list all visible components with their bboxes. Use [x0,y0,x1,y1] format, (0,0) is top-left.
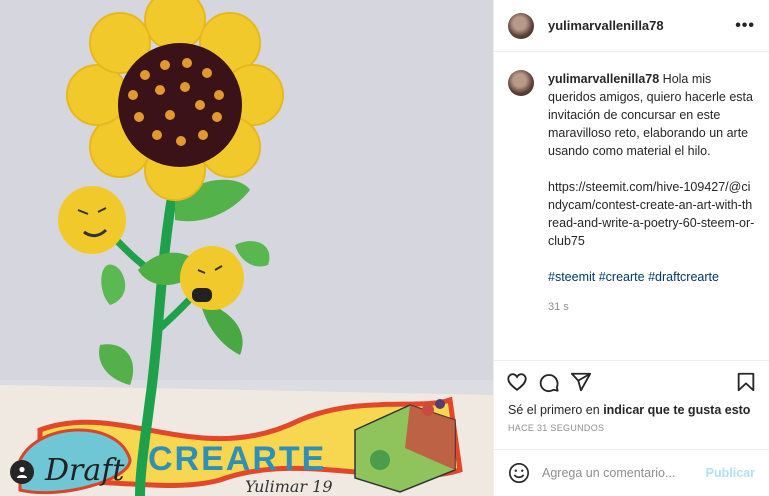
post-sidebar: yulimarvallenilla78 ••• yulimarvallenill… [493,0,769,496]
small-flower-left [58,186,126,254]
heart-icon[interactable] [506,371,528,393]
avatar[interactable] [508,12,534,39]
comment-input[interactable]: Agrega un comentario... [542,466,706,480]
user-tag-button[interactable] [10,460,34,484]
banner-title-text: CREARTE [148,440,326,478]
bookmark-icon[interactable] [735,371,757,393]
post-header: yulimarvallenilla78 ••• [494,0,769,52]
header-username[interactable]: yulimarvallenilla78 [548,18,735,33]
user-tag-icon [17,466,27,478]
hashtag-steemit[interactable]: #steemit [548,270,595,284]
small-flower-right [180,246,244,310]
action-bar: Sé el primero en indicar que te gusta es… [494,360,769,433]
instagram-post: Draft CREARTE Yulimar 19 yulimarvallenil… [0,0,769,496]
caption-time: 31 s [548,301,569,313]
comment-icon[interactable] [538,371,560,393]
sunflower [66,0,284,201]
more-options-icon[interactable]: ••• [735,17,755,35]
emoji-icon[interactable] [508,462,530,484]
share-icon[interactable] [570,371,592,393]
caption-avatar[interactable] [508,70,534,96]
caption-link[interactable]: https://steemit.com/hive-109427/@cindyca… [548,178,755,250]
like-action-link[interactable]: indicar que te gusta esto [603,403,750,417]
likes-text: Sé el primero en indicar que te gusta es… [494,399,769,417]
sunflower-crochet-photo: Draft CREARTE Yulimar 19 [0,0,493,496]
comment-box: Agrega un comentario... Publicar [494,449,769,496]
banner-signature: Yulimar 19 [245,477,333,496]
likes-prefix: Sé el primero en [508,403,604,417]
hashtag-crearte[interactable]: #crearte [599,270,645,284]
caption-text: yulimarvallenilla78 Hola mis queridos am… [548,70,755,316]
caption-username[interactable]: yulimarvallenilla78 [548,72,659,86]
hashtag-draftcrearte[interactable]: #draftcrearte [648,270,719,284]
caption: yulimarvallenilla78 Hola mis queridos am… [494,52,769,316]
publish-button[interactable]: Publicar [706,466,755,480]
hashtags: #steemit #crearte #draftcrearte [548,268,755,286]
post-image[interactable]: Draft CREARTE Yulimar 19 [0,0,493,496]
banner-script-text: Draft [44,453,125,488]
post-timestamp: HACE 31 SEGUNDOS [508,423,605,433]
